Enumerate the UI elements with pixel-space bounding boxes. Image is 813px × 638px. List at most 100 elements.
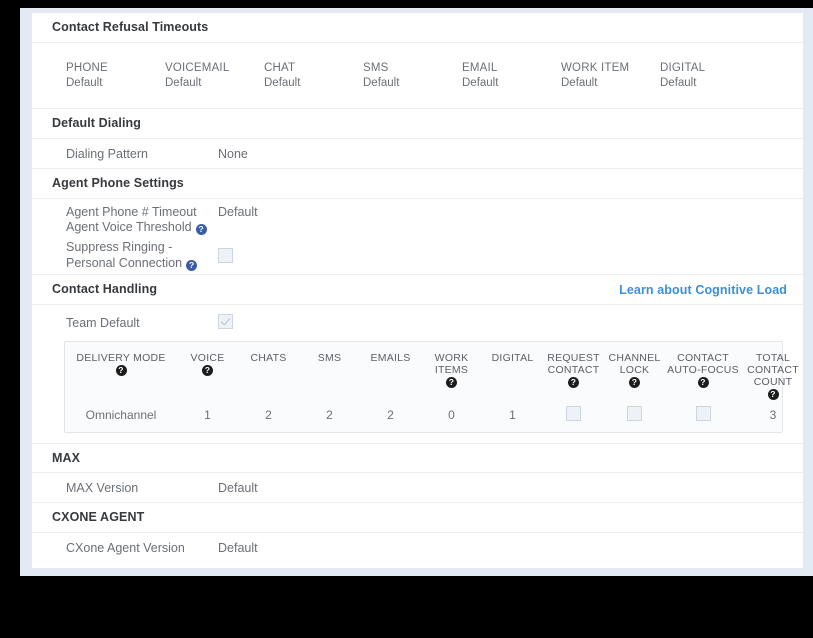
column-header-request-contact: REQUEST CONTACT ? [543,352,604,398]
cell-work-items: 0 [448,408,455,422]
section-title: CXONE AGENT [52,510,145,525]
section-title: Agent Phone Settings [52,176,184,191]
cell-voice: 1 [204,408,211,422]
refusal-channel-label: WORK ITEM [561,62,630,74]
help-circle-icon[interactable]: ? [202,365,213,376]
section-header-agent-phone-settings: Agent Phone Settings [32,169,803,199]
team-default-checkbox[interactable] [218,314,233,329]
column-label-line1: TOTAL [755,352,791,364]
column-header-chats: CHATS [238,352,299,398]
refusal-item-phone: PHONE Default [66,61,165,108]
column-label-line1: WORK [434,352,469,364]
column-header-digital: DIGITAL [482,352,543,398]
column-label-line2: LOCK [619,364,650,376]
section-title: MAX [52,450,81,465]
row-agent-voice-threshold: Agent Voice Threshold? [32,219,803,239]
row-cxone-agent-version: CXone Agent Version Default [32,533,803,563]
refusal-channel-value: Default [264,77,301,89]
column-label: DIGITAL [491,352,534,364]
section-header-default-dialing: Default Dialing [32,109,803,139]
refusal-channel-value: Default [363,77,400,89]
column-label-line2: AUTO-FOCUS [667,364,739,376]
column-header-voice: VOICE ? [177,352,238,398]
column-header-work-items: WORK ITEMS ? [421,352,482,398]
help-circle-icon[interactable]: ? [697,377,709,388]
section-title: Contact Refusal Timeouts [52,20,209,35]
column-header-emails: EMAILS [360,352,421,398]
column-label-line3: COUNT [753,376,793,388]
table-row: Omnichannel 1 2 2 2 0 1 3 [65,398,782,432]
refusal-channel-label: PHONE [66,62,108,74]
row-agent-phone-timeout: Agent Phone # Timeout Default [32,199,803,219]
row-label-line2: Personal Connection [66,256,183,270]
row-value: Default [218,205,258,219]
row-dialing-pattern: Dialing Pattern None [32,139,803,169]
refusal-channel-label: VOICEMAIL [165,62,230,74]
screen-frame: Contact Refusal Timeouts PHONE Default V… [0,0,813,638]
refusal-channel-value: Default [462,77,499,89]
contact-auto-focus-checkbox[interactable] [695,406,711,421]
section-header-contact-refusal-timeouts: Contact Refusal Timeouts [32,13,803,43]
refusal-item-email: EMAIL Default [462,61,561,108]
settings-card: Contact Refusal Timeouts PHONE Default V… [32,13,803,568]
section-title: Contact Handling [52,282,158,297]
column-label: VOICE [190,352,225,364]
row-label: CXone Agent Version [66,541,185,555]
refusal-channel-label: EMAIL [462,62,498,74]
help-circle-icon[interactable]: ? [568,377,579,388]
row-label: Agent Voice Threshold [66,220,192,234]
cell-digital: 1 [509,408,516,422]
table-spacer [32,433,803,443]
column-header-delivery-mode: DELIVERY MODE ? [65,352,177,398]
column-label-line1: CHANNEL [608,352,661,364]
contact-handling-table: DELIVERY MODE ? VOICE ? CHATS SMS EMAILS [64,341,799,433]
row-max-version: MAX Version Default [32,473,803,503]
column-label-line1: CONTACT [677,352,729,364]
row-value: None [218,146,248,161]
request-contact-checkbox[interactable] [566,406,581,421]
column-header-channel-lock: CHANNEL LOCK ? [604,352,665,398]
row-value: Default [218,541,258,555]
table-header-row: DELIVERY MODE ? VOICE ? CHATS SMS EMAILS [65,342,799,400]
help-circle-icon[interactable]: ? [115,365,127,376]
help-circle-icon[interactable]: ? [767,389,779,400]
row-label: Agent Phone # Timeout [66,205,197,219]
refusal-item-voicemail: VOICEMAIL Default [165,61,264,108]
refusal-channel-value: Default [561,77,598,89]
refusal-channel-label: SMS [363,62,389,74]
cell-total-contact-count: 3 [769,408,777,422]
cell-delivery-mode: Omnichannel [85,408,157,422]
column-header-sms: SMS [299,352,360,398]
suppress-ringing-checkbox[interactable] [218,248,233,263]
refusal-item-digital: DIGITAL Default [660,61,759,108]
row-value: Default [218,480,258,495]
section-header-max: MAX [32,443,803,473]
refusal-channel-value: Default [660,77,697,89]
row-label-line1: Suppress Ringing - [66,240,173,254]
help-circle-icon[interactable]: ? [446,377,457,388]
column-label-line2: CONTACT [747,364,799,376]
column-label: DELIVERY MODE [76,352,166,364]
learn-about-cognitive-load-link[interactable]: Learn about Cognitive Load [619,283,787,297]
row-label: MAX Version [66,480,139,495]
section-header-cxone-agent: CXONE AGENT [32,503,803,533]
column-label-line2: CONTACT [547,364,600,376]
refusal-channel-label: DIGITAL [660,62,706,74]
row-suppress-ringing-personal-connection: Suppress Ringing - Personal Connection? [32,239,803,275]
cell-emails: 2 [387,408,394,422]
contact-refusal-timeouts-list: PHONE Default VOICEMAIL Default CHAT Def… [32,43,803,109]
refusal-item-chat: CHAT Default [264,61,363,108]
column-header-total-contact-count: TOTAL CONTACT COUNT ? [741,352,803,400]
channel-lock-checkbox[interactable] [627,406,642,421]
help-circle-icon[interactable]: ? [195,224,207,235]
help-circle-icon[interactable]: ? [186,260,198,271]
refusal-channel-value: Default [66,77,103,89]
column-label: CHATS [250,352,287,364]
row-team-default: Team Default [32,305,803,341]
column-header-contact-auto-focus: CONTACT AUTO-FOCUS ? [665,352,741,398]
help-circle-icon[interactable]: ? [629,377,640,388]
section-title: Default Dialing [52,116,142,131]
refusal-item-sms: SMS Default [363,61,462,108]
row-label: Dialing Pattern [66,146,148,161]
cell-chats: 2 [265,408,272,422]
